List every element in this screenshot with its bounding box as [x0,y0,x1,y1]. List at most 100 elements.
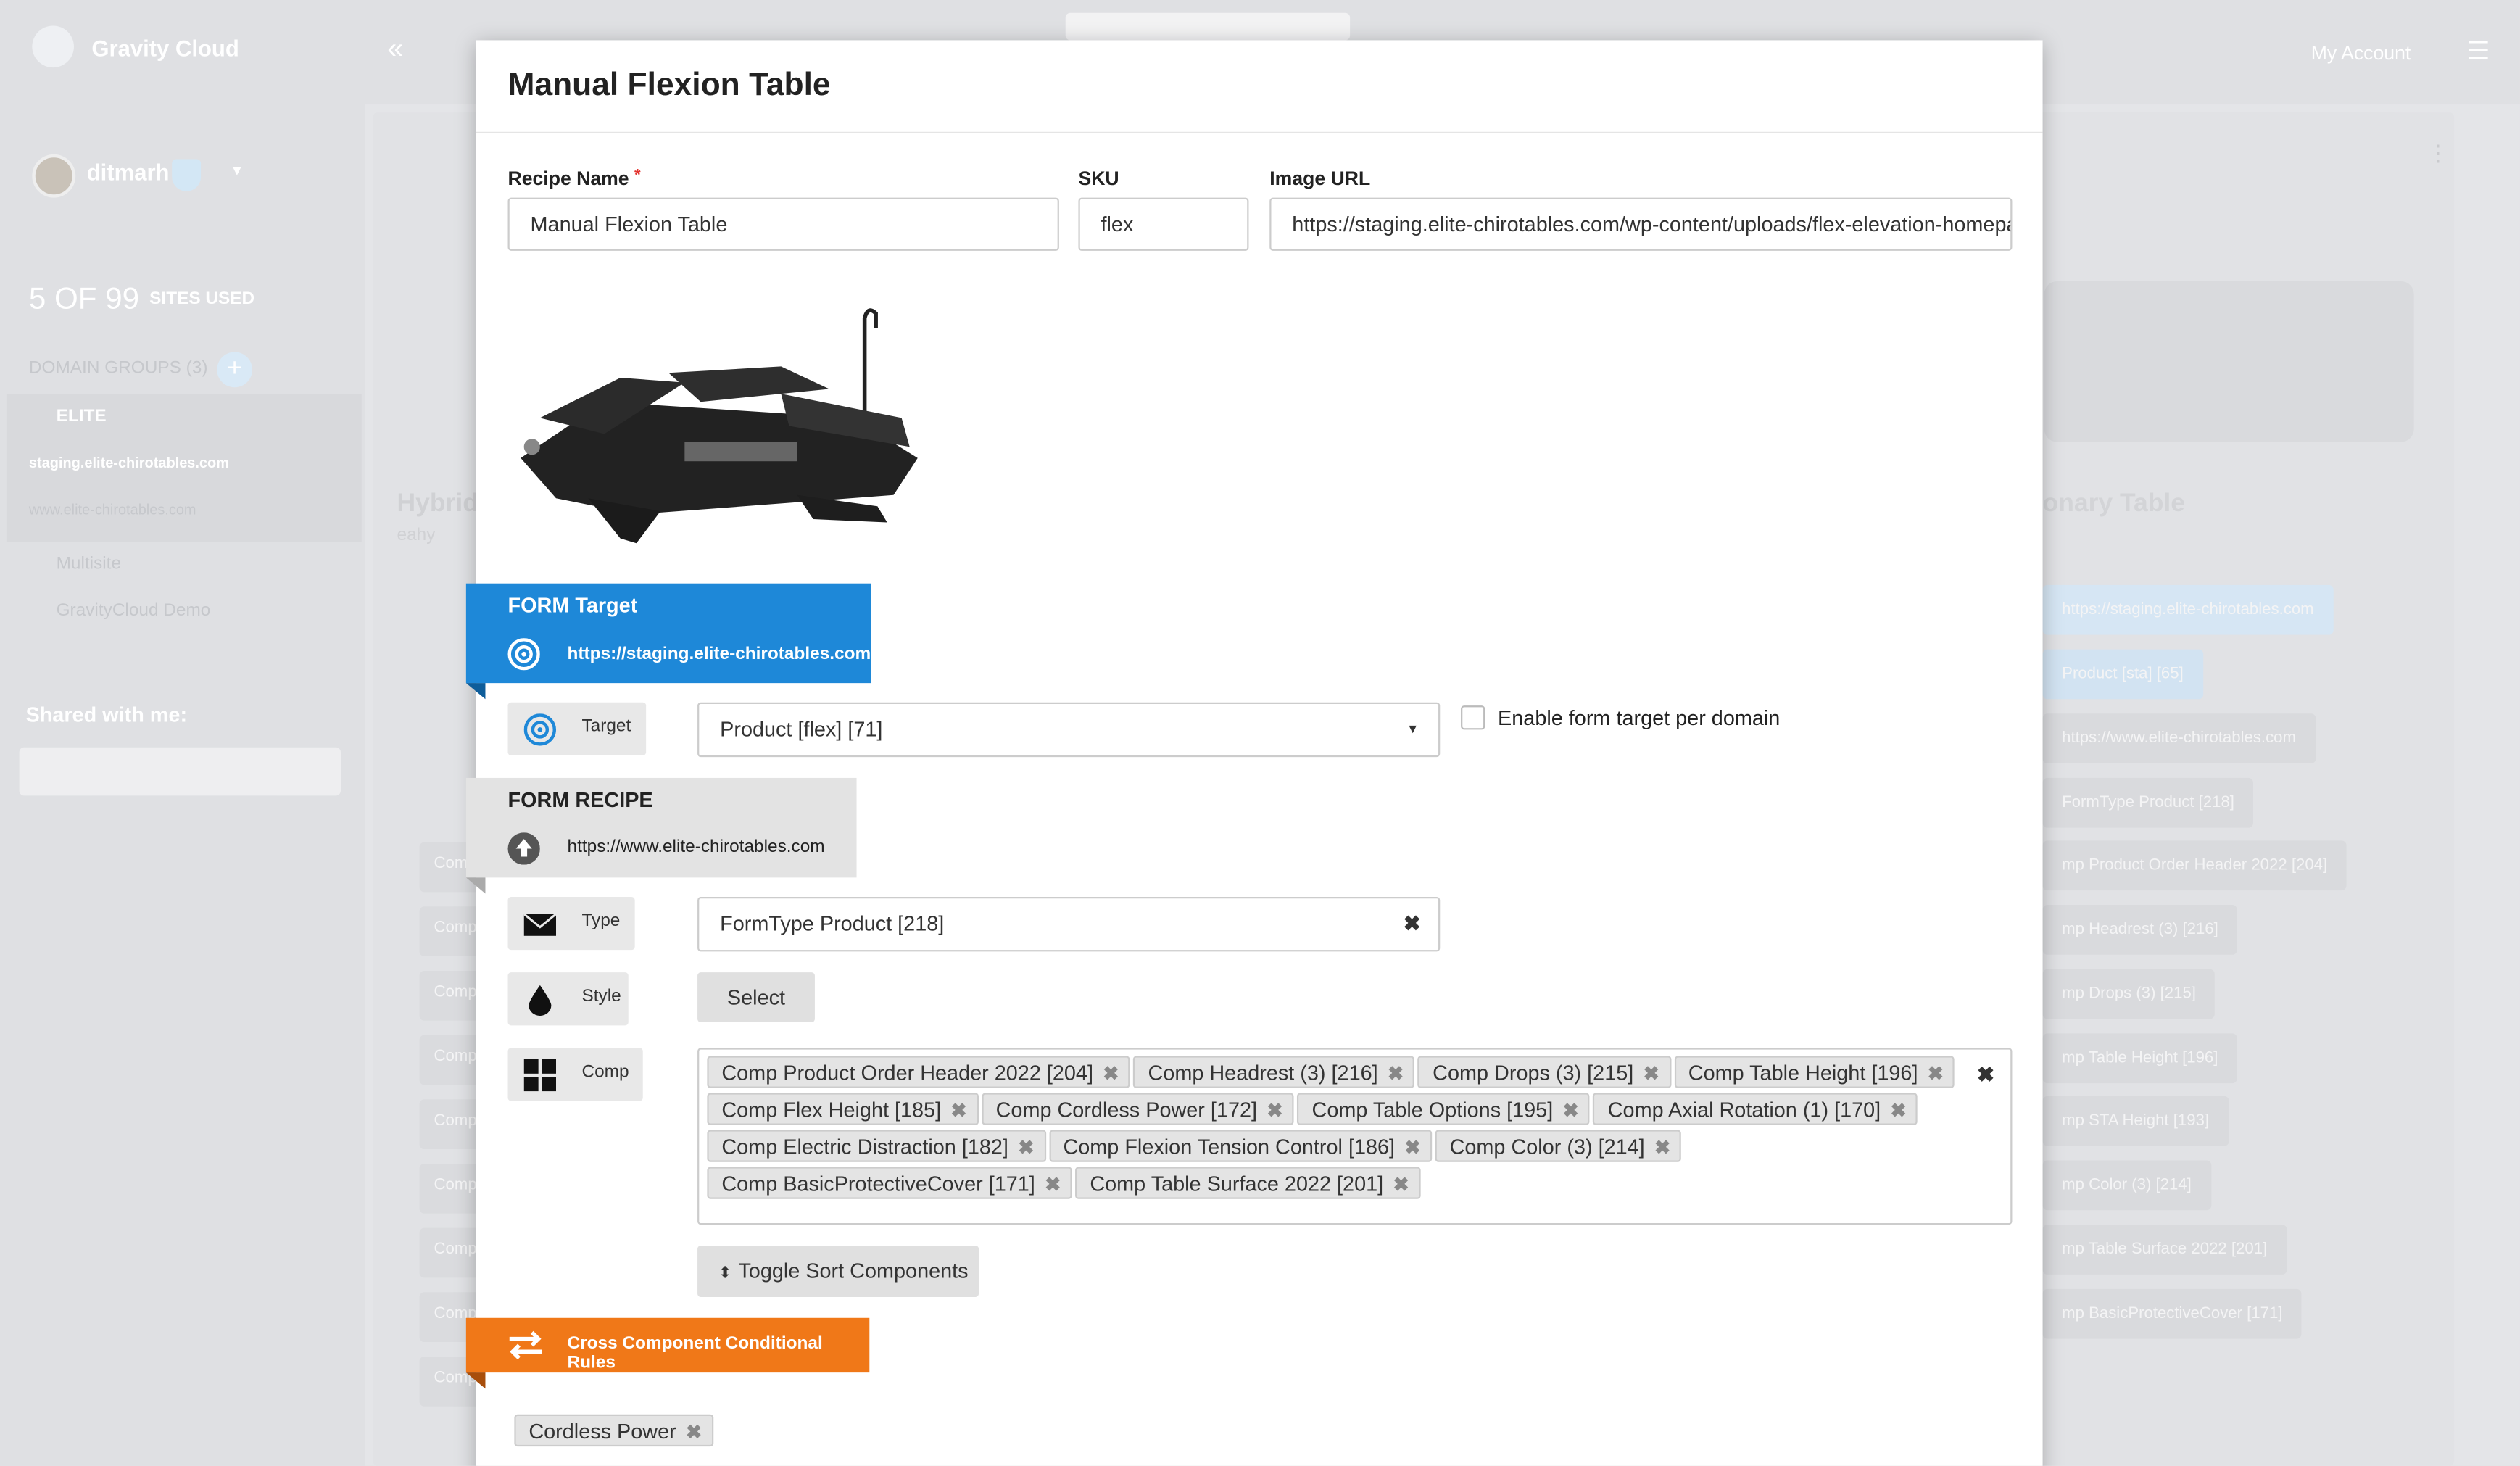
chevron-down-icon[interactable]: ▼ [230,162,244,178]
component-tag-label: Comp Table Height [196] [1688,1061,1918,1085]
component-tag-label: Comp Electric Distraction [182] [721,1135,1008,1159]
enable-target-label[interactable]: Enable form target per domain [1498,705,1780,729]
target-label: Target [581,716,631,737]
ribbon-fold [465,1372,486,1389]
component-tag[interactable]: Comp BasicProtectiveCover [171] ✖ [707,1167,1072,1199]
avatar[interactable] [32,154,76,198]
sidebar: ditmarh ▼ 5 OF 99 SITES USED DOMAIN GROU… [0,104,365,1466]
component-tag[interactable]: Comp Color (3) [214] ✖ [1435,1130,1682,1162]
bg-card-sub-left: eahy [397,525,436,545]
component-tag[interactable]: Comp Headrest (3) [216] ✖ [1133,1056,1415,1088]
target-value: Product [flex] [71] [720,716,883,741]
remove-tag-icon[interactable]: ✖ [686,1421,702,1444]
remove-tag-icon[interactable]: ✖ [1267,1099,1282,1122]
bg-card-title-right: onary Table [2042,490,2186,518]
shared-select[interactable] [19,747,341,796]
remove-tag-icon[interactable]: ✖ [1928,1062,1944,1085]
remove-tag-icon[interactable]: ✖ [1388,1062,1404,1085]
component-tag-label: Comp Color (3) [214] [1449,1135,1645,1159]
remove-tag-icon[interactable]: ✖ [1563,1099,1579,1122]
collapse-sidebar-icon[interactable]: « [387,32,403,66]
select-style-button[interactable]: Select [697,972,815,1022]
type-select[interactable]: FormType Product [218] ✖ [697,896,1441,952]
kebab-icon[interactable]: ⋮ [2426,140,2449,167]
group-elite[interactable]: ELITE [57,407,107,426]
component-tag[interactable]: Comp Flex Height [185] ✖ [707,1093,979,1125]
product-image [521,308,918,544]
upload-icon [507,832,540,865]
component-tag[interactable]: Comp Table Height [196] ✖ [1673,1056,1955,1088]
modal-title: Manual Flexion Table [507,67,831,103]
group-staging[interactable]: staging.elite-chirotables.com [29,455,229,471]
caret-down-icon: ▼ [1406,721,1419,737]
bg-tag: mp Table Surface 2022 [201] [2042,1225,2287,1275]
rule-tag-label: Cordless Power [529,1419,676,1444]
bg-component-row: Comp [419,906,478,956]
user-name[interactable]: ditmarh [87,159,170,184]
component-tag[interactable]: Comp Table Options [195] ✖ [1297,1093,1591,1125]
grid-icon [523,1059,557,1092]
component-tag-label: Comp Table Options [195] [1311,1098,1554,1122]
bg-tag: mp Headrest (3) [216] [2042,905,2238,955]
toggle-sort-button[interactable]: ⬍ Toggle Sort Components [697,1246,979,1297]
menu-icon[interactable]: ☰ [2467,36,2490,67]
bg-tag: mp Drops (3) [215] [2042,969,2216,1019]
bg-tag: Product [sta] [65] [2042,649,2203,700]
group-gravitycloud-demo[interactable]: GravityCloud Demo [57,601,211,621]
top-tab[interactable] [1065,12,1351,41]
remove-tag-icon[interactable]: ✖ [950,1099,966,1122]
component-tag-label: Comp BasicProtectiveCover [171] [721,1172,1035,1196]
rule-tags: Cordless Power ✖ [514,1409,716,1447]
remove-tag-icon[interactable]: ✖ [1404,1136,1420,1159]
component-tag[interactable]: Comp Product Order Header 2022 [204] ✖ [707,1056,1131,1088]
component-tag[interactable]: Comp Flexion Tension Control [186] ✖ [1048,1130,1433,1162]
bg-tag: FormType Product [218] [2042,777,2254,828]
remove-tag-icon[interactable]: ✖ [1018,1136,1034,1159]
bg-tag: https://www.elite-chirotables.com [2042,713,2316,763]
remove-tag-icon[interactable]: ✖ [1393,1173,1409,1196]
comp-label: Comp [581,1062,629,1082]
component-tag-label: Comp Flex Height [185] [721,1098,942,1122]
group-www[interactable]: www.elite-chirotables.com [29,502,196,518]
style-button[interactable]: Style [507,972,629,1026]
sort-icon: ⬍ [718,1264,732,1283]
remove-tag-icon[interactable]: ✖ [1103,1062,1119,1085]
add-group-button[interactable]: + [217,352,253,388]
drop-icon [529,985,552,1016]
bg-component-row: Comp [419,1035,478,1085]
component-tag[interactable]: Comp Drops (3) [215] ✖ [1418,1056,1671,1088]
clear-components-icon[interactable]: ✖ [1977,1062,1994,1088]
remove-tag-icon[interactable]: ✖ [1644,1062,1659,1085]
target-button[interactable]: Target [507,702,647,755]
component-tag-label: Comp Table Surface 2022 [201] [1090,1172,1384,1196]
bg-component-row: Comp [419,1227,478,1278]
required-mark: * [634,167,641,185]
app-name[interactable]: Gravity Cloud [91,36,239,61]
comp-button[interactable]: Comp [507,1048,643,1101]
clear-type-icon[interactable]: ✖ [1403,898,1420,948]
shared-label: Shared with me: [25,702,188,726]
target-icon [523,713,557,746]
envelope-icon [523,913,557,936]
bg-component-row: Comp [419,970,478,1021]
remove-tag-icon[interactable]: ✖ [1890,1099,1906,1122]
target-select[interactable]: Product [flex] [71] ▼ [697,702,1441,758]
component-tag[interactable]: Comp Cordless Power [172] ✖ [981,1093,1295,1125]
rule-tag[interactable]: Cordless Power ✖ [514,1414,713,1447]
recipe-name-input[interactable]: Manual Flexion Table [507,197,1059,251]
remove-tag-icon[interactable]: ✖ [1045,1173,1061,1196]
type-value: FormType Product [218] [720,911,945,936]
bg-product-image [2044,281,2414,442]
image-url-input[interactable]: https://staging.elite-chirotables.com/wp… [1269,197,2013,251]
form-target-ribbon: FORM Target https://staging.elite-chirot… [465,583,871,684]
enable-target-checkbox[interactable] [1461,705,1485,730]
sku-input[interactable]: flex [1078,197,1249,251]
group-multisite[interactable]: Multisite [57,555,121,574]
component-tag[interactable]: Comp Axial Rotation (1) [170] ✖ [1593,1093,1918,1125]
component-tag[interactable]: Comp Electric Distraction [182] ✖ [707,1130,1046,1162]
components-multiselect[interactable]: Comp Product Order Header 2022 [204] ✖ Com… [697,1048,2013,1225]
remove-tag-icon[interactable]: ✖ [1654,1136,1670,1159]
type-button[interactable]: Type [507,896,635,951]
my-account-link[interactable]: My Account [2311,42,2411,65]
component-tag[interactable]: Comp Table Surface 2022 [201] ✖ [1075,1167,1421,1199]
